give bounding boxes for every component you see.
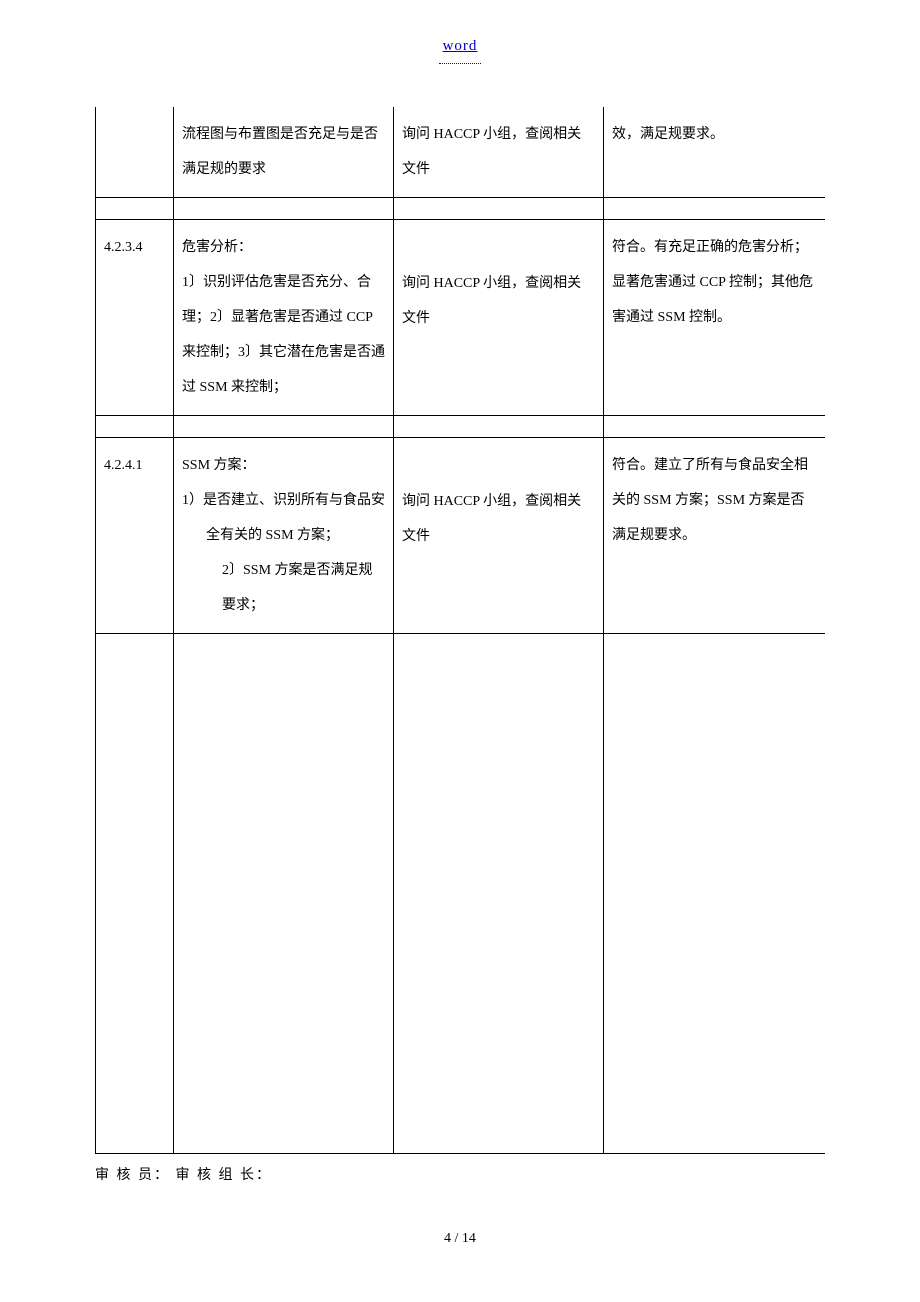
header-underline bbox=[439, 63, 481, 64]
cell-result: 效，满足规要求。 bbox=[604, 107, 826, 198]
cell-item: 流程图与布置图是否充足与是否满足规的要求 bbox=[174, 107, 394, 198]
cell-method: 询问 HACCP 小组，查阅相关文件 bbox=[394, 438, 604, 634]
item-body: 1）是否建立、识别所有与食品安全有关的 SSM 方案； bbox=[182, 483, 385, 553]
item-body2: 2〕SSM 方案是否满足规要求； bbox=[182, 553, 385, 623]
content: 流程图与布置图是否充足与是否满足规的要求 询问 HACCP 小组，查阅相关文件 … bbox=[0, 107, 920, 1184]
header-link[interactable]: word bbox=[443, 38, 478, 54]
table-row: 流程图与布置图是否充足与是否满足规的要求 询问 HACCP 小组，查阅相关文件 … bbox=[95, 107, 825, 1154]
page-number: 4 / 14 bbox=[444, 1231, 476, 1246]
table-row-spacer bbox=[96, 198, 826, 220]
table-row: 4.2.3.4 危害分析： 1〕识别评估危害是否充分、合理；2〕显著危害是否通过… bbox=[96, 220, 826, 416]
cell-item: 危害分析： 1〕识别评估危害是否充分、合理；2〕显著危害是否通过 CCP 来控制… bbox=[174, 220, 394, 416]
page-footer: 4 / 14 bbox=[0, 1231, 920, 1247]
table-row-filler bbox=[96, 634, 826, 1154]
cell-result: 符合。建立了所有与食品安全相关的 SSM 方案；SSM 方案是否满足规要求。 bbox=[604, 438, 826, 634]
item-body: 1〕识别评估危害是否充分、合理；2〕显著危害是否通过 CCP 来控制；3〕其它潜… bbox=[182, 265, 385, 405]
table-row-spacer bbox=[96, 416, 826, 438]
cell-result: 符合。有充足正确的危害分析；显著危害通过 CCP 控制；其他危害通过 SSM 控… bbox=[604, 220, 826, 416]
cell-number bbox=[96, 107, 174, 198]
cell-number: 4.2.3.4 bbox=[96, 220, 174, 416]
cell-number: 4.2.4.1 bbox=[96, 438, 174, 634]
page-header: word bbox=[0, 0, 920, 77]
item-title: 危害分析： bbox=[182, 230, 385, 265]
leader-label: 审 核 组 长： bbox=[176, 1168, 273, 1183]
table-row: 4.2.4.1 SSM 方案： 1）是否建立、识别所有与食品安全有关的 SSM … bbox=[96, 438, 826, 634]
item-title: SSM 方案： bbox=[182, 448, 385, 483]
cell-method: 询问 HACCP 小组，查阅相关文件 bbox=[394, 220, 604, 416]
auditor-label: 审 核 员： bbox=[95, 1168, 170, 1183]
audit-table: 流程图与布置图是否充足与是否满足规的要求 询问 HACCP 小组，查阅相关文件 … bbox=[95, 107, 825, 1154]
table-row: 流程图与布置图是否充足与是否满足规的要求 询问 HACCP 小组，查阅相关文件 … bbox=[96, 107, 826, 198]
cell-item: SSM 方案： 1）是否建立、识别所有与食品安全有关的 SSM 方案； 2〕SS… bbox=[174, 438, 394, 634]
method-text: 询问 HACCP 小组，查阅相关文件 bbox=[402, 266, 595, 336]
signatures: 审 核 员： 审 核 组 长： bbox=[95, 1164, 825, 1184]
cell-method: 询问 HACCP 小组，查阅相关文件 bbox=[394, 107, 604, 198]
method-text: 询问 HACCP 小组，查阅相关文件 bbox=[402, 484, 595, 554]
